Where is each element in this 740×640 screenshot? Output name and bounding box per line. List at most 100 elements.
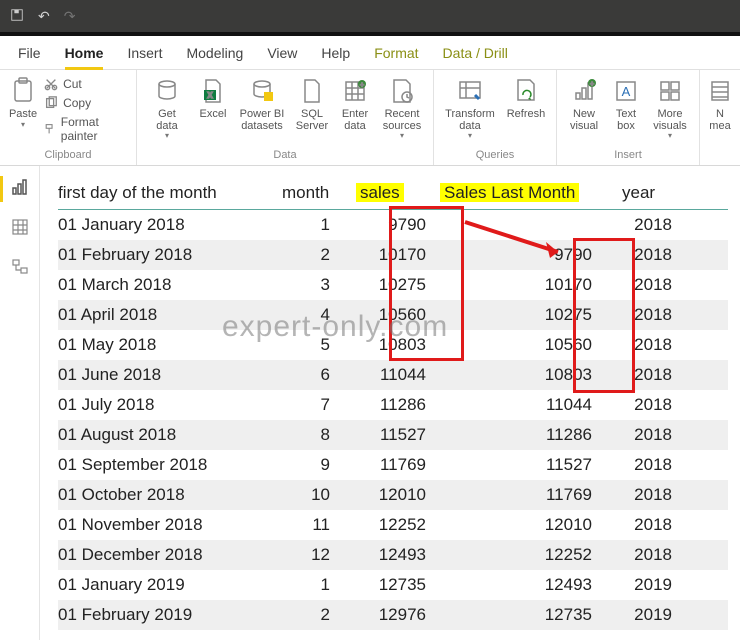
- col-sales[interactable]: sales: [356, 183, 426, 203]
- cut-button[interactable]: Cut: [44, 77, 126, 91]
- refresh-label: Refresh: [507, 109, 546, 121]
- cell-c2: 4: [282, 305, 342, 325]
- save-icon[interactable]: [10, 8, 24, 25]
- enter-data-button[interactable]: + Enter data: [335, 74, 375, 142]
- col-year[interactable]: year: [622, 183, 672, 203]
- table-row[interactable]: 01 August 2018811527112862018: [58, 420, 728, 450]
- cell-c1: 01 July 2018: [58, 395, 268, 415]
- sql-server-button[interactable]: SQL Server: [291, 74, 333, 142]
- paste-button[interactable]: Paste ▾: [6, 74, 40, 143]
- cell-c3: 9790: [356, 215, 426, 235]
- pbi-icon: [247, 76, 277, 106]
- recent-sources-button[interactable]: Recent sources▾: [377, 74, 427, 142]
- undo-icon[interactable]: ↶: [38, 8, 50, 25]
- report-view-icon[interactable]: [11, 178, 29, 200]
- cell-c3: 11286: [356, 395, 426, 415]
- cell-c1: 01 November 2018: [58, 515, 268, 535]
- cell-c1: 01 August 2018: [58, 425, 268, 445]
- cell-c5: 2018: [622, 245, 672, 265]
- text-box-icon: A: [611, 76, 641, 106]
- svg-text:X: X: [207, 91, 213, 100]
- table-row[interactable]: 01 April 2018410560102752018: [58, 300, 728, 330]
- cell-c4: 10275: [440, 305, 608, 325]
- table-row[interactable]: 01 January 2019112735124932019: [58, 570, 728, 600]
- chevron-down-icon: ▾: [21, 121, 25, 129]
- pbi-datasets-button[interactable]: Power BI datasets: [235, 74, 289, 142]
- chart-icon: +: [569, 76, 599, 106]
- table-row[interactable]: 01 May 2018510803105602018: [58, 330, 728, 360]
- tab-modeling[interactable]: Modeling: [186, 39, 243, 69]
- measure-label: N mea: [709, 109, 730, 132]
- tab-data-drill[interactable]: Data / Drill: [443, 39, 508, 69]
- more-visuals-label: More visuals: [653, 109, 687, 132]
- cell-c3: 12010: [356, 485, 426, 505]
- cell-c2: 11: [282, 515, 342, 535]
- table-row[interactable]: 01 March 2018310275101702018: [58, 270, 728, 300]
- data-view-icon[interactable]: [11, 218, 29, 240]
- enter-data-label: Enter data: [342, 109, 368, 132]
- group-label-insert: Insert: [563, 149, 693, 163]
- svg-text:A: A: [622, 84, 631, 99]
- table-row[interactable]: 01 July 2018711286110442018: [58, 390, 728, 420]
- cell-c4: 12735: [440, 605, 608, 625]
- cell-c2: 12: [282, 545, 342, 565]
- cell-c5: 2018: [622, 335, 672, 355]
- cell-c2: 10: [282, 485, 342, 505]
- enter-data-icon: +: [340, 76, 370, 106]
- cell-c2: 1: [282, 215, 342, 235]
- table-row[interactable]: 01 December 20181212493122522018: [58, 540, 728, 570]
- ribbon-group-measure: N mea: [700, 70, 740, 165]
- refresh-icon: [511, 76, 541, 106]
- col-month[interactable]: month: [282, 183, 342, 203]
- new-measure-button[interactable]: N mea: [706, 74, 734, 134]
- cell-c5: 2018: [622, 275, 672, 295]
- cell-c3: 11527: [356, 425, 426, 445]
- redo-icon: ↷: [64, 8, 76, 25]
- get-data-label: Get data: [156, 109, 177, 132]
- cell-c5: 2018: [622, 305, 672, 325]
- cell-c4: 10170: [440, 275, 608, 295]
- format-painter-button[interactable]: Format painter: [44, 115, 126, 143]
- table-row[interactable]: 01 February 201821017097902018: [58, 240, 728, 270]
- cell-c5: 2018: [622, 425, 672, 445]
- table-row[interactable]: 01 June 2018611044108032018: [58, 360, 728, 390]
- table-row[interactable]: 01 September 2018911769115272018: [58, 450, 728, 480]
- col-sales-last-month[interactable]: Sales Last Month: [440, 183, 608, 203]
- transform-data-button[interactable]: Transform data▾: [440, 74, 500, 142]
- tab-help[interactable]: Help: [321, 39, 350, 69]
- more-visuals-button[interactable]: More visuals▾: [647, 74, 693, 142]
- cell-c5: 2018: [622, 455, 672, 475]
- cell-c5: 2019: [622, 575, 672, 595]
- table-row[interactable]: 01 November 20181112252120102018: [58, 510, 728, 540]
- file-menu[interactable]: File: [18, 45, 41, 61]
- tab-insert[interactable]: Insert: [127, 39, 162, 69]
- new-visual-button[interactable]: + New visual: [563, 74, 605, 142]
- ribbon-group-insert: + New visual A Text box More visuals▾ In…: [557, 70, 700, 165]
- refresh-button[interactable]: Refresh: [502, 74, 550, 142]
- table-row[interactable]: 01 January 2018197902018: [58, 210, 728, 240]
- cell-c1: 01 October 2018: [58, 485, 268, 505]
- cell-c1: 01 May 2018: [58, 335, 268, 355]
- tab-format[interactable]: Format: [374, 39, 418, 69]
- transform-label: Transform data: [445, 109, 495, 132]
- cell-c5: 2019: [622, 605, 672, 625]
- table-header: first day of the month month sales Sales…: [58, 176, 728, 210]
- table-row[interactable]: 01 February 2019212976127352019: [58, 600, 728, 630]
- get-data-button[interactable]: Get data▾: [143, 74, 191, 142]
- copy-button[interactable]: Copy: [44, 96, 126, 110]
- tab-view[interactable]: View: [267, 39, 297, 69]
- table-row[interactable]: 01 October 20181012010117692018: [58, 480, 728, 510]
- cell-c2: 7: [282, 395, 342, 415]
- workspace: first day of the month month sales Sales…: [0, 166, 740, 640]
- tab-home[interactable]: Home: [65, 39, 104, 69]
- cell-c2: 1: [282, 575, 342, 595]
- cell-c1: 01 June 2018: [58, 365, 268, 385]
- col-first-day[interactable]: first day of the month: [58, 183, 268, 203]
- text-box-button[interactable]: A Text box: [607, 74, 645, 142]
- group-label-clipboard: Clipboard: [6, 149, 130, 163]
- cell-c2: 6: [282, 365, 342, 385]
- cell-c4: 11044: [440, 395, 608, 415]
- excel-button[interactable]: X Excel: [193, 74, 233, 142]
- model-view-icon[interactable]: [11, 258, 29, 280]
- cell-c2: 2: [282, 605, 342, 625]
